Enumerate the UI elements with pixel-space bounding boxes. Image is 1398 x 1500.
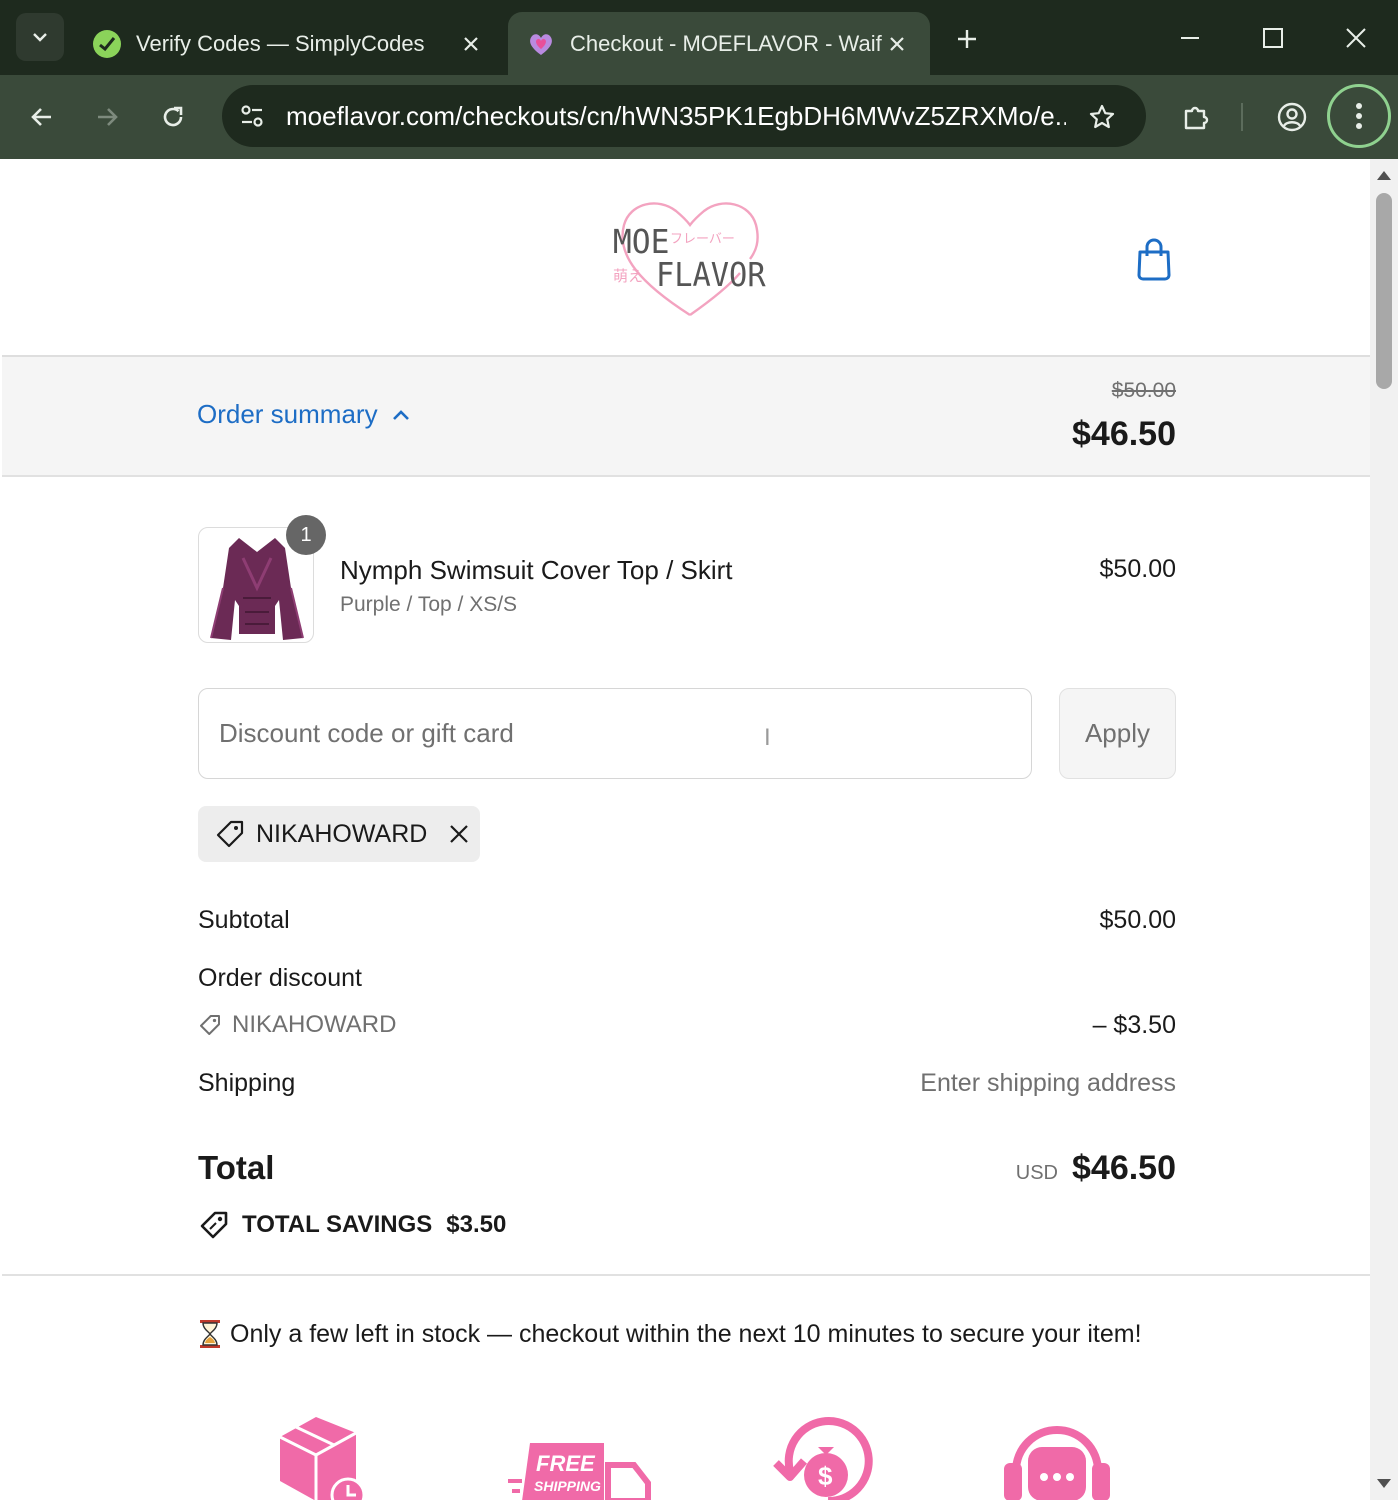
subtotal-value: $50.00	[1099, 906, 1176, 934]
page-scrollbar[interactable]	[1370, 159, 1398, 1500]
total-amount: $46.50	[1072, 1149, 1176, 1187]
url-text[interactable]: moeflavor.com/checkouts/cn/hWN35PK1EgbDH…	[286, 101, 1066, 132]
browser-tab-strip: Verify Codes — SimplyCodes Checkout - MO…	[0, 0, 1398, 75]
order-discount-label: Order discount	[198, 964, 362, 992]
money-return-icon: $	[773, 1417, 873, 1500]
quantity-badge: 1	[286, 515, 326, 555]
address-bar[interactable]: moeflavor.com/checkouts/cn/hWN35PK1EgbDH…	[222, 85, 1146, 147]
order-discount-code-text: NIKAHOWARD	[232, 1011, 397, 1038]
product-name: Nymph Swimsuit Cover Top / Skirt	[340, 555, 733, 585]
applied-discount-chip: NIKAHOWARD	[198, 806, 480, 862]
tune-icon	[241, 105, 263, 127]
savings-label: TOTAL SAVINGS	[242, 1211, 433, 1238]
free-shipping-line-1: FREE	[536, 1451, 596, 1476]
free-shipping-line-2: SHIPPING	[534, 1478, 601, 1494]
tag-icon	[200, 1015, 220, 1035]
order-summary-bar: Order summary $50.00 $46.50	[2, 357, 1370, 477]
new-tab-button[interactable]	[948, 20, 986, 58]
order-discount-value: – $3.50	[1092, 1011, 1176, 1039]
applied-code: NIKAHOWARD	[256, 819, 428, 848]
order-discount-code: NIKAHOWARD	[198, 1011, 396, 1039]
summary-price: $46.50	[1072, 415, 1176, 453]
close-tab-icon[interactable]	[882, 29, 912, 59]
browser-menu-button[interactable]	[1327, 84, 1391, 148]
account-circle-icon	[1277, 102, 1307, 132]
total-label: Total	[198, 1149, 275, 1186]
product-price: $50.00	[1099, 555, 1176, 583]
heart-favicon-icon	[530, 33, 552, 55]
free-shipping-truck-icon: FREE SHIPPING	[508, 1443, 651, 1500]
scroll-up-arrow-icon[interactable]	[1376, 167, 1392, 183]
close-icon	[1346, 28, 1366, 48]
minimize-button[interactable]	[1168, 16, 1212, 60]
arrow-left-icon	[31, 108, 51, 126]
tag-icon	[216, 820, 244, 848]
more-vertical-icon	[1356, 103, 1362, 129]
bookmark-button[interactable]	[1080, 95, 1124, 139]
stock-urgency-notice: Only a few left in stock — checkout with…	[198, 1319, 1142, 1349]
chevron-down-icon	[33, 33, 47, 42]
site-info-button[interactable]	[230, 94, 274, 138]
browser-toolbar: moeflavor.com/checkouts/cn/hWN35PK1EgbDH…	[0, 75, 1398, 159]
reload-button[interactable]	[151, 95, 195, 139]
logo-text-jp-top: フレーバー	[670, 232, 735, 247]
close-tab-icon[interactable]	[456, 29, 486, 59]
back-button[interactable]	[20, 95, 64, 139]
order-summary-toggle[interactable]: Order summary	[197, 399, 410, 430]
hourglass-icon	[200, 1320, 220, 1348]
original-price: $50.00	[1111, 379, 1176, 402]
close-icon	[450, 825, 469, 843]
support-headset-icon	[1004, 1426, 1110, 1500]
logo-text-flavor: FLAVOR	[656, 257, 766, 294]
package-clock-icon	[279, 1417, 366, 1500]
product-variant: Purple / Top / XS/S	[340, 593, 518, 616]
extensions-button[interactable]	[1174, 95, 1218, 139]
tab-search-button[interactable]	[16, 13, 64, 61]
chevron-up-icon	[392, 409, 409, 420]
logo-text-moe: MOE	[613, 222, 670, 261]
profile-button[interactable]	[1270, 95, 1314, 139]
discount-code-input[interactable]	[198, 688, 1032, 779]
toolbar-divider	[1241, 103, 1243, 131]
shopping-bag-icon[interactable]	[1134, 237, 1174, 281]
close-window-button[interactable]	[1334, 16, 1378, 60]
subtotal-label: Subtotal	[198, 906, 290, 934]
shipping-label: Shipping	[198, 1069, 296, 1097]
scrollbar-thumb[interactable]	[1376, 193, 1392, 389]
star-icon	[1089, 104, 1115, 129]
order-summary-label: Order summary	[197, 399, 378, 429]
simplycodes-icon	[93, 29, 121, 58]
stock-notice-text: Only a few left in stock — checkout with…	[230, 1319, 1142, 1348]
logo-text-jp-side: 萌え	[613, 267, 643, 285]
plus-icon	[958, 30, 976, 48]
text-cursor-icon: I	[764, 724, 771, 751]
forward-button[interactable]	[85, 95, 129, 139]
total-currency: USD	[1015, 1162, 1058, 1184]
savings-tag-icon	[200, 1211, 228, 1239]
tab-checkout[interactable]: Checkout - MOEFLAVOR - Waifu	[508, 12, 930, 75]
arrow-right-icon	[98, 108, 118, 126]
tab-title: Checkout - MOEFLAVOR - Waifu	[570, 30, 882, 56]
tab-title: Verify Codes — SimplyCodes	[136, 30, 425, 56]
store-header: MOE フレーバー 萌え FLAVOR	[2, 159, 1370, 357]
total-savings: TOTAL SAVINGS $3.50	[198, 1209, 506, 1241]
maximize-button[interactable]	[1251, 16, 1295, 60]
minimize-icon	[1181, 37, 1199, 39]
checkout-page: MOE フレーバー 萌え FLAVOR Order summary $50.00…	[2, 159, 1370, 1500]
svg-text:$: $	[818, 1461, 833, 1491]
scroll-down-arrow-icon[interactable]	[1376, 1476, 1392, 1492]
reload-icon	[163, 106, 183, 127]
section-divider	[2, 1274, 1370, 1276]
maximize-icon	[1263, 28, 1283, 48]
puzzle-icon	[1184, 106, 1209, 130]
moeflavor-logo[interactable]: MOE フレーバー 萌え FLAVOR	[610, 193, 770, 323]
savings-amount: $3.50	[446, 1211, 507, 1238]
shipping-value: Enter shipping address	[920, 1069, 1176, 1097]
tab-verify-codes[interactable]: Verify Codes — SimplyCodes	[74, 12, 504, 75]
apply-discount-button[interactable]: Apply	[1059, 688, 1176, 779]
remove-discount-button[interactable]	[445, 820, 473, 848]
